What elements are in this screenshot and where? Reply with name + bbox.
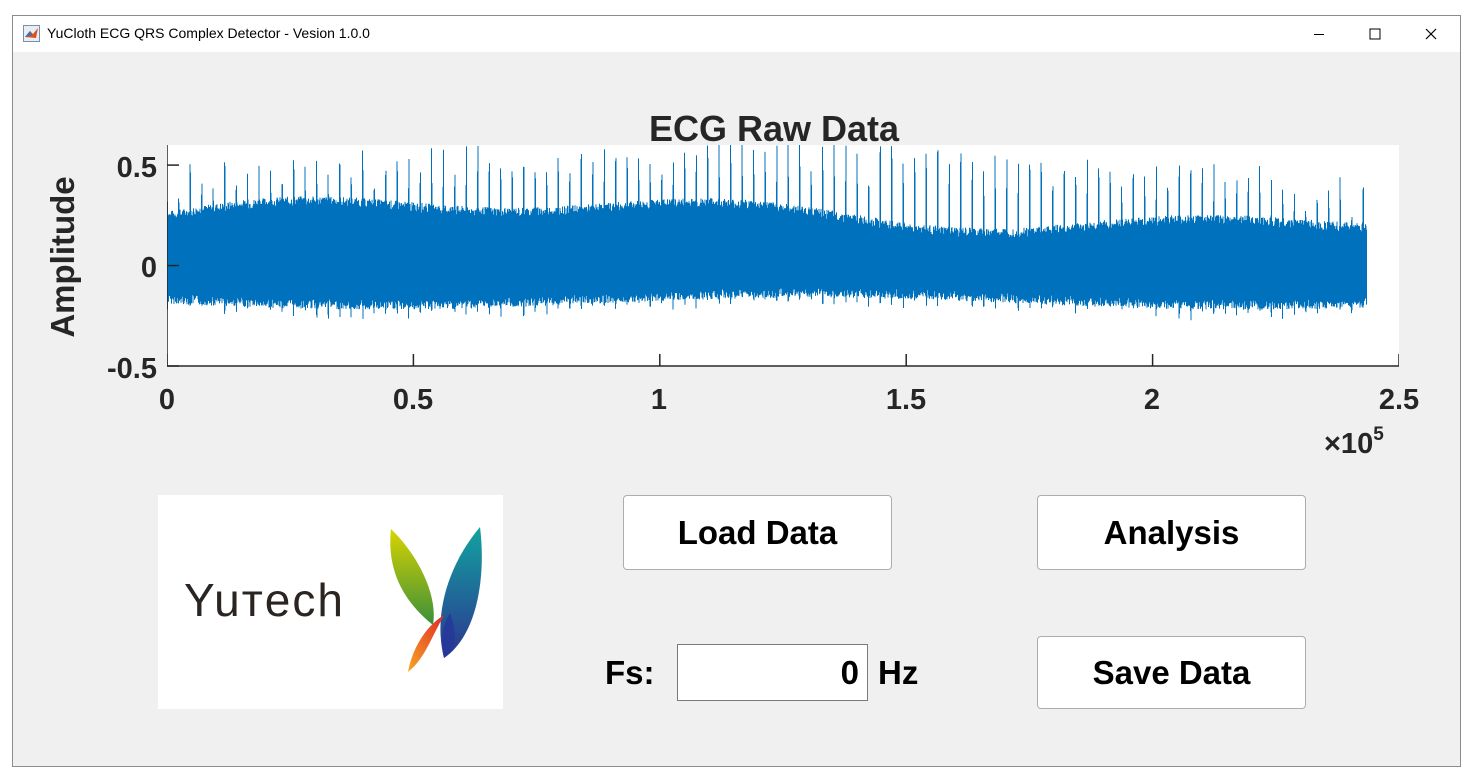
x-tick-label: 0 <box>158 384 176 416</box>
analysis-button[interactable]: Analysis <box>1037 495 1306 570</box>
title-bar: YuCloth ECG QRS Complex Detector - Vesio… <box>13 16 1460 52</box>
load-data-button[interactable]: Load Data <box>623 495 892 570</box>
x-tick-label: 0.5 <box>392 384 434 416</box>
minimize-icon <box>1314 34 1324 35</box>
logo-leaf-mark <box>390 527 482 672</box>
y-tick-label: 0 <box>140 252 157 284</box>
fs-unit-label: Hz <box>878 654 919 691</box>
x-axis-exponent: ×105 <box>1324 424 1384 461</box>
y-tick-label: 0.5 <box>116 152 157 184</box>
exponent-power: 5 <box>1373 424 1384 445</box>
app-content: ECG Raw Data Amplitude 0.5 0 -0.5 0 0.5 … <box>13 52 1460 767</box>
y-tick-label: -0.5 <box>107 353 157 385</box>
ecg-chart <box>167 145 1399 367</box>
app-window: YuCloth ECG QRS Complex Detector - Vesio… <box>12 15 1461 767</box>
plot-title: ECG Raw Data <box>649 108 900 149</box>
x-tick-label: 1 <box>650 384 668 416</box>
ecg-plot-area[interactable] <box>167 145 1399 367</box>
window-title: YuCloth ECG QRS Complex Detector - Vesio… <box>47 25 370 41</box>
ecg-signal-line <box>167 145 1367 321</box>
exponent-base: ×10 <box>1324 428 1374 460</box>
close-icon <box>1425 28 1437 40</box>
x-tick-label: 2 <box>1143 384 1161 416</box>
matlab-app-icon <box>23 25 40 42</box>
maximize-icon <box>1369 28 1381 40</box>
minimize-button[interactable] <box>1291 16 1347 52</box>
fs-label: Fs: <box>605 654 655 691</box>
close-button[interactable] <box>1403 16 1459 52</box>
yutech-logo: Yuтech <box>158 495 503 709</box>
maximize-button[interactable] <box>1347 16 1403 52</box>
save-data-button[interactable]: Save Data <box>1037 636 1306 709</box>
fs-input[interactable] <box>677 644 868 701</box>
x-tick-label: 1.5 <box>885 384 927 416</box>
x-tick-label: 2.5 <box>1378 384 1420 416</box>
